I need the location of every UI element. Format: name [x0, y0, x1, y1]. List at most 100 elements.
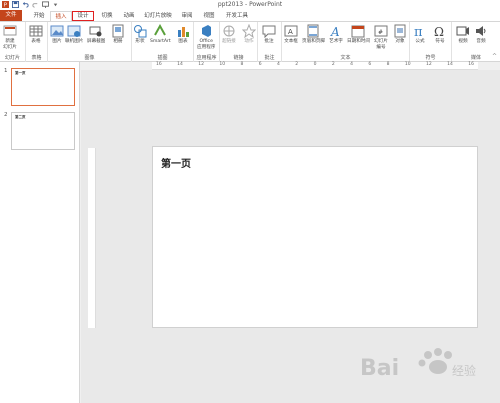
screenshot-icon — [89, 26, 102, 37]
slide-number-button[interactable]: # 幻灯片 编号 — [374, 24, 388, 51]
tab-animations[interactable]: 动画 — [118, 11, 140, 21]
album-label: 相册 — [113, 39, 123, 44]
ruler-number: 4 — [277, 62, 280, 67]
ruler-number: 12 — [198, 62, 204, 67]
online-picture-icon — [67, 25, 81, 37]
speaker-icon — [476, 26, 486, 36]
ruler-number: 8 — [240, 62, 244, 67]
slide-title-text[interactable]: 第一页 — [161, 155, 191, 170]
hyperlink-button[interactable]: 超链接 — [222, 24, 236, 45]
tab-design[interactable]: 设计 — [72, 11, 94, 21]
action-button[interactable]: 动作 — [242, 24, 256, 45]
symbol-button[interactable]: Ω 符号 — [433, 24, 447, 45]
shapes-label: 形状 — [135, 39, 145, 44]
ruler-number: 16 — [156, 62, 162, 67]
collapse-ribbon-icon[interactable]: ^ — [492, 53, 497, 60]
video-label: 视频 — [458, 39, 468, 44]
svg-text:Bai: Bai — [360, 356, 399, 381]
object-button[interactable]: 对象 — [393, 24, 407, 45]
online-picture-button[interactable]: 联机图片 — [65, 24, 83, 45]
header-footer-icon — [307, 24, 319, 38]
wordart-icon: A — [330, 25, 340, 38]
wordart-button[interactable]: A 艺术字 — [329, 24, 343, 45]
new-slide-label: 新建 幻灯片 — [3, 39, 17, 50]
group-label-images: 图像 — [84, 55, 95, 61]
tab-review[interactable]: 审阅 — [176, 11, 198, 21]
textbox-label: 文本框 — [284, 39, 298, 44]
equation-button[interactable]: π 公式 — [413, 24, 427, 45]
date-time-label: 日期和时间 — [347, 39, 370, 44]
header-footer-button[interactable]: 页眉和页脚 — [302, 24, 325, 45]
table-icon — [29, 25, 43, 37]
tab-transitions[interactable]: 切换 — [96, 11, 118, 21]
ruler-number: 12 — [426, 62, 432, 67]
video-icon — [456, 26, 469, 36]
office-apps-button[interactable]: Office 应用程序 — [197, 24, 215, 51]
chart-icon — [178, 27, 189, 37]
group-slides: 新建 幻灯片 幻灯片 — [0, 22, 26, 62]
slide-thumbnail-panel[interactable]: 1 第一页 2 第二页 — [0, 62, 80, 403]
tab-developer[interactable]: 开发工具 — [222, 11, 252, 21]
office-apps-icon — [202, 25, 212, 37]
pi-icon: π — [414, 25, 423, 38]
ruler-numbers: 16 14 12 10 8 6 4 2 0 2 4 6 8 10 12 14 16 — [152, 62, 478, 67]
tab-insert[interactable]: 插入 — [50, 11, 72, 21]
ruler-number: 10 — [404, 62, 411, 67]
smartart-button[interactable]: SmartArt — [150, 24, 171, 45]
tab-file[interactable]: 文件 — [0, 10, 22, 21]
svg-text:A: A — [288, 28, 293, 36]
slide-thumbnail-1[interactable]: 第一页 — [11, 68, 75, 106]
album-icon — [112, 24, 124, 38]
baidu-watermark-logo: Bai 经验 — [360, 348, 476, 381]
group-links: 超链接 动作 链接 — [220, 22, 258, 62]
slide-number-1: 1 — [4, 68, 8, 74]
picture-button[interactable]: 图片 — [50, 24, 64, 45]
vertical-ruler — [88, 148, 96, 328]
tab-home[interactable]: 开始 — [28, 11, 50, 21]
svg-text:Ω: Ω — [434, 25, 444, 38]
group-label-symbols: 符号 — [425, 55, 436, 61]
screenshot-button[interactable]: 屏幕截图 — [87, 24, 105, 45]
smartart-label: SmartArt — [150, 39, 171, 44]
chart-button[interactable]: 图表 — [176, 24, 190, 45]
ruler-number: 10 — [219, 62, 226, 67]
ruler-number: 6 — [368, 62, 372, 67]
omega-icon: Ω — [434, 25, 444, 38]
comment-icon — [262, 25, 276, 38]
header-footer-label: 页眉和页脚 — [302, 39, 325, 44]
slide-canvas[interactable]: 第一页 — [152, 146, 478, 328]
textbox-button[interactable]: A 文本框 — [284, 24, 298, 45]
date-time-button[interactable]: 日期和时间 — [347, 24, 370, 45]
group-label-comments: 批注 — [264, 55, 275, 61]
hyperlink-icon — [223, 25, 235, 37]
ruler-number: 2 — [331, 62, 335, 67]
slide-thumbnail-2[interactable]: 第二页 — [11, 112, 75, 150]
svg-text:A: A — [330, 25, 340, 38]
new-slide-icon — [3, 25, 17, 36]
ruler-number: 8 — [386, 62, 390, 67]
album-button[interactable]: 相册 — [111, 24, 125, 45]
group-tables: 表格 表格 — [26, 22, 48, 62]
audio-button[interactable]: 音频 — [474, 24, 488, 45]
group-label-slides: 幻灯片 — [4, 55, 20, 61]
ruler-number: 2 — [295, 62, 299, 67]
slide-thumbnail-2-text: 第二页 — [15, 115, 26, 119]
new-slide-button[interactable]: 新建 幻灯片 — [3, 24, 17, 51]
ruler-number: 14 — [447, 62, 453, 67]
table-button[interactable]: 表格 — [29, 24, 43, 45]
group-label-links: 链接 — [233, 55, 244, 61]
comment-button[interactable]: 批注 — [262, 24, 276, 45]
shapes-button[interactable]: 形状 — [133, 24, 147, 45]
tab-slideshow[interactable]: 幻灯片放映 — [142, 11, 174, 21]
slide-number-label: 幻灯片 编号 — [374, 39, 388, 50]
comment-label: 批注 — [264, 39, 274, 44]
video-button[interactable]: 视频 — [456, 24, 470, 45]
object-label: 对象 — [395, 39, 405, 44]
group-images: 图片 联机图片 屏幕截图 相册 图像 — [48, 22, 132, 62]
symbol-label: 符号 — [435, 39, 445, 44]
tab-view[interactable]: 视图 — [198, 11, 220, 21]
slide-number-icon: # — [374, 25, 388, 37]
action-label: 动作 — [244, 39, 254, 44]
ribbon-tabs: 文件 开始 插入 设计 切换 动画 幻灯片放映 审阅 视图 开发工具 — [0, 10, 500, 21]
shapes-icon — [134, 25, 147, 38]
